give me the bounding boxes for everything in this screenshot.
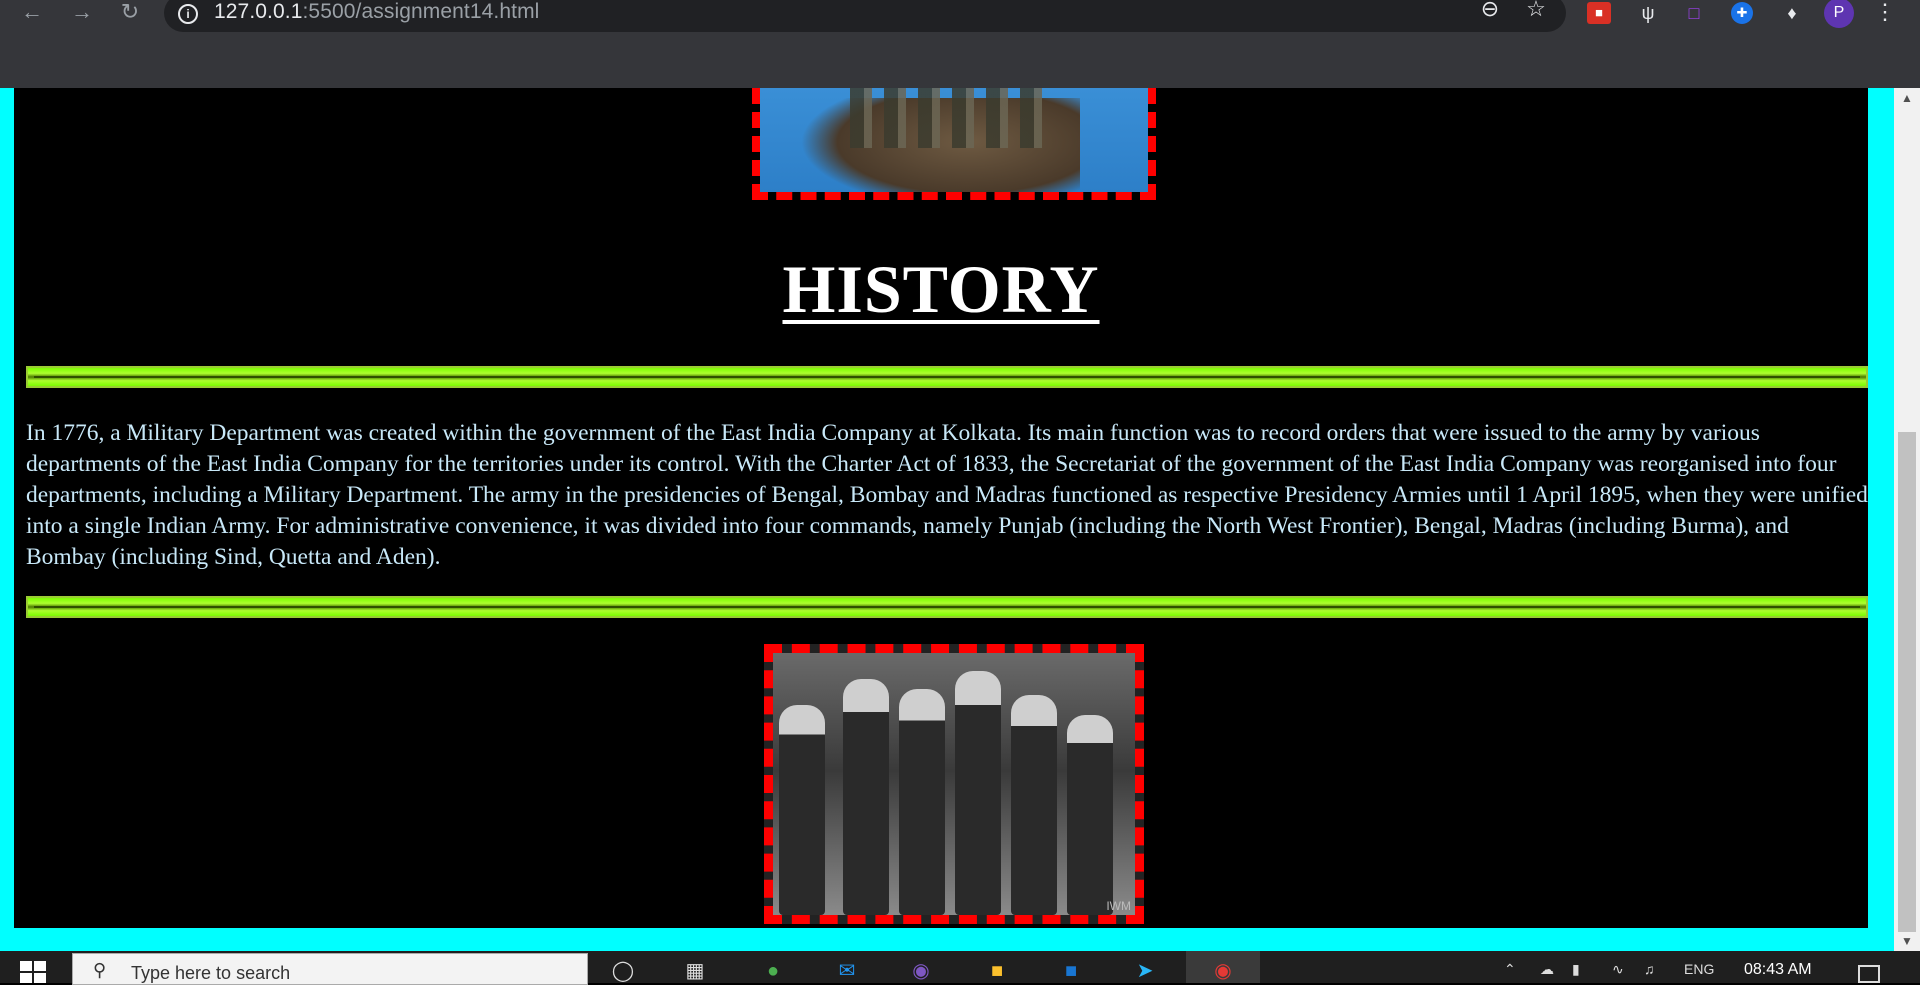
photo-figure [1011, 695, 1057, 915]
page-viewport: HISTORY In 1776, a Military Department w… [0, 88, 1920, 951]
zoom-out-icon[interactable]: ⊖ [1476, 0, 1504, 24]
tray-battery-icon[interactable]: ▮ [1572, 961, 1580, 978]
history-paragraph: In 1776, a Military Department was creat… [26, 420, 1868, 570]
horizontal-rule-top [26, 366, 1868, 388]
photo-figure [1067, 715, 1113, 915]
extension-bracket-icon[interactable]: □ [1680, 0, 1708, 26]
eclipse-icon[interactable]: ◉ [904, 959, 938, 983]
tray-language[interactable]: ENG [1684, 961, 1714, 977]
url-host: 127.0.0.1 [214, 0, 303, 23]
tray-volume-icon[interactable]: ♫ [1644, 961, 1655, 977]
scrollbar-thumb[interactable] [1898, 432, 1916, 932]
chrome-icon: ◉ [1214, 960, 1232, 982]
info-icon[interactable]: i [178, 4, 198, 24]
forward-arrow-icon[interactable]: → [68, 0, 96, 26]
photo-watermark: IWM [1106, 899, 1131, 913]
more-vert-icon[interactable]: ⋮ [1874, 0, 1896, 26]
tray-chevron-icon[interactable]: ⌃ [1504, 961, 1516, 978]
windows-start-icon[interactable] [20, 961, 46, 983]
scroll-down-arrow-icon[interactable]: ▼ [1894, 931, 1920, 951]
address-bar[interactable]: i 127.0.0.1:5500/assignment14.html ⊖ ☆ [164, 0, 1566, 32]
horizontal-rule-bottom [26, 596, 1868, 618]
extension-shield-icon[interactable]: ■ [1587, 2, 1611, 24]
task-view-icon[interactable]: ▦ [678, 959, 712, 983]
taskbar-search-placeholder: Type here to search [131, 963, 291, 983]
page-border: HISTORY In 1776, a Military Department w… [0, 88, 1894, 951]
tray-wifi-icon[interactable]: ∿ [1612, 961, 1624, 978]
url-text[interactable]: 127.0.0.1:5500/assignment14.html [214, 0, 539, 24]
image-soldiers [850, 88, 1050, 148]
bottom-soldiers-photo: IWM [764, 644, 1144, 924]
tray-cloud-icon[interactable]: ☁ [1540, 961, 1554, 978]
top-soldiers-image [752, 88, 1156, 200]
extension-translate-icon[interactable]: ψ [1634, 0, 1662, 26]
reload-icon[interactable]: ↻ [116, 0, 144, 26]
search-icon: ⚲ [93, 960, 107, 980]
extension-cross-icon[interactable]: ✚ [1731, 2, 1753, 24]
taskbar-clock[interactable]: 08:43 AM [1744, 961, 1812, 979]
url-path: :5500/assignment14.html [302, 0, 540, 23]
history-heading-wrap: HISTORY [14, 250, 1868, 329]
vscode-icon[interactable]: ➤ [1128, 959, 1162, 983]
hr-inner-line [34, 376, 1860, 378]
notification-center-icon[interactable] [1858, 965, 1880, 983]
taskbar-search[interactable]: ⚲ Type here to search [72, 953, 588, 985]
history-heading: HISTORY [782, 251, 1100, 327]
app-blue-icon[interactable]: ■ [1054, 959, 1088, 983]
scroll-up-arrow-icon[interactable]: ▲ [1894, 88, 1920, 108]
photo-figure [899, 689, 945, 915]
extensions-puzzle-icon[interactable]: ♦ [1778, 0, 1806, 26]
cortana-icon[interactable]: ◯ [606, 959, 640, 983]
chrome-taskbar-active[interactable]: ◉ [1186, 951, 1260, 983]
page-content: HISTORY In 1776, a Military Department w… [14, 88, 1868, 928]
app-green-icon[interactable]: ● [756, 959, 790, 983]
windows-taskbar: ⚲ Type here to search ◯ ▦ ● ✉ ◉ ■ ■ ➤ ◉ … [0, 951, 1920, 985]
file-explorer-icon[interactable]: ■ [980, 959, 1014, 983]
vertical-scrollbar[interactable]: ▲ ▼ [1894, 88, 1920, 951]
profile-avatar[interactable]: P [1824, 0, 1854, 28]
photo-figure [843, 679, 889, 915]
back-arrow-icon[interactable]: ← [18, 0, 46, 26]
mail-icon[interactable]: ✉ [830, 959, 864, 983]
photo-figure [955, 671, 1001, 915]
photo-figure [779, 705, 825, 915]
bookmark-star-icon[interactable]: ☆ [1522, 0, 1550, 24]
browser-toolbar: ← → ↻ i 127.0.0.1:5500/assignment14.html… [0, 0, 1920, 88]
hr-inner-line [34, 606, 1860, 608]
